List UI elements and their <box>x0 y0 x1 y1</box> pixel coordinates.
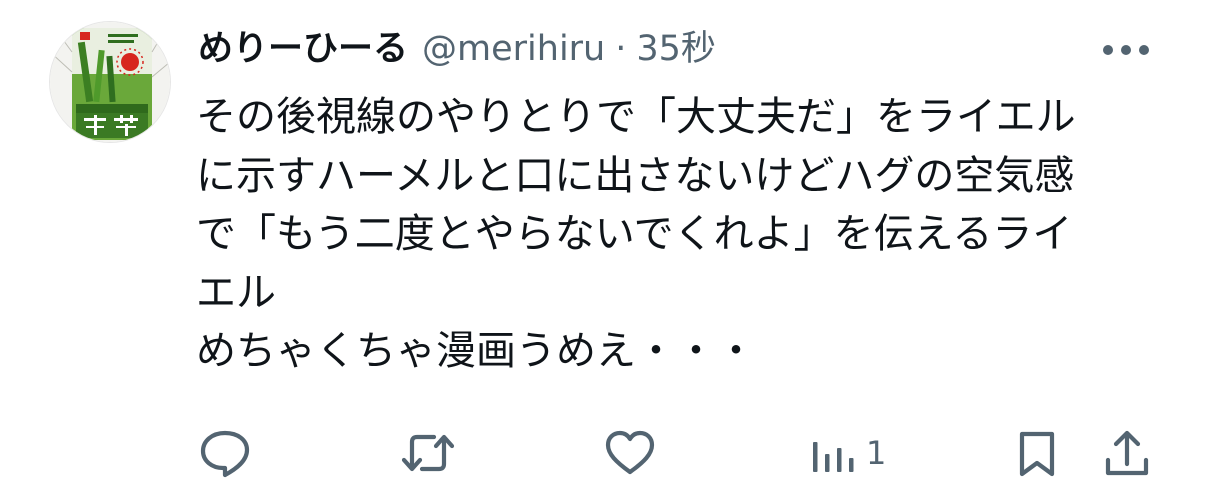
tweet-header: めりーひーる @merihiru · 35秒 <box>198 24 716 74</box>
views-chart-icon <box>813 442 854 472</box>
share-button[interactable] <box>1104 425 1150 481</box>
matcha-package-avatar-icon <box>50 22 170 142</box>
tweet-text-line: エル <box>196 269 276 316</box>
tweet-text-line: その後視線のやりとりで「大丈夫だ」をライエル <box>196 94 1076 140</box>
bookmark-button[interactable] <box>1016 425 1058 481</box>
more-horizontal-icon <box>1103 45 1149 55</box>
reply-button[interactable] <box>198 425 252 481</box>
bookmark-icon <box>1019 431 1055 477</box>
retweet-button[interactable] <box>400 425 456 481</box>
heart-icon <box>605 430 655 475</box>
tweet-text-line: めちゃくちゃ漫画うめえ・・・ <box>196 328 756 374</box>
views-button[interactable]: 1 <box>808 425 886 481</box>
action-bar: 1 <box>0 425 1206 481</box>
retweet-icon <box>401 434 455 472</box>
tweet-text: その後視線のやりとりで「大丈夫だ」をライエル に示すハーメルと口に出さないけどハ… <box>196 88 1186 381</box>
display-name[interactable]: めりーひーる <box>198 24 408 74</box>
like-button[interactable] <box>604 425 656 481</box>
header-separator: · <box>615 29 627 69</box>
tweet-text-line: に示すハーメルと口に出さないけどハグの空気感 <box>196 152 1075 199</box>
user-handle[interactable]: @merihiru <box>422 24 605 74</box>
views-count: 1 <box>866 434 887 472</box>
avatar[interactable] <box>50 22 170 142</box>
share-icon <box>1105 430 1149 476</box>
timestamp[interactable]: 35秒 <box>636 24 716 74</box>
tweet-text-line: で「もう二度とやらないでくれよ」を伝えるライ <box>196 211 1073 257</box>
more-options-button[interactable] <box>1100 30 1152 70</box>
reply-icon <box>200 430 250 478</box>
tweet-card: めりーひーる @merihiru · 35秒 その後視線のやりとりで「大丈夫だ」… <box>0 0 1206 495</box>
